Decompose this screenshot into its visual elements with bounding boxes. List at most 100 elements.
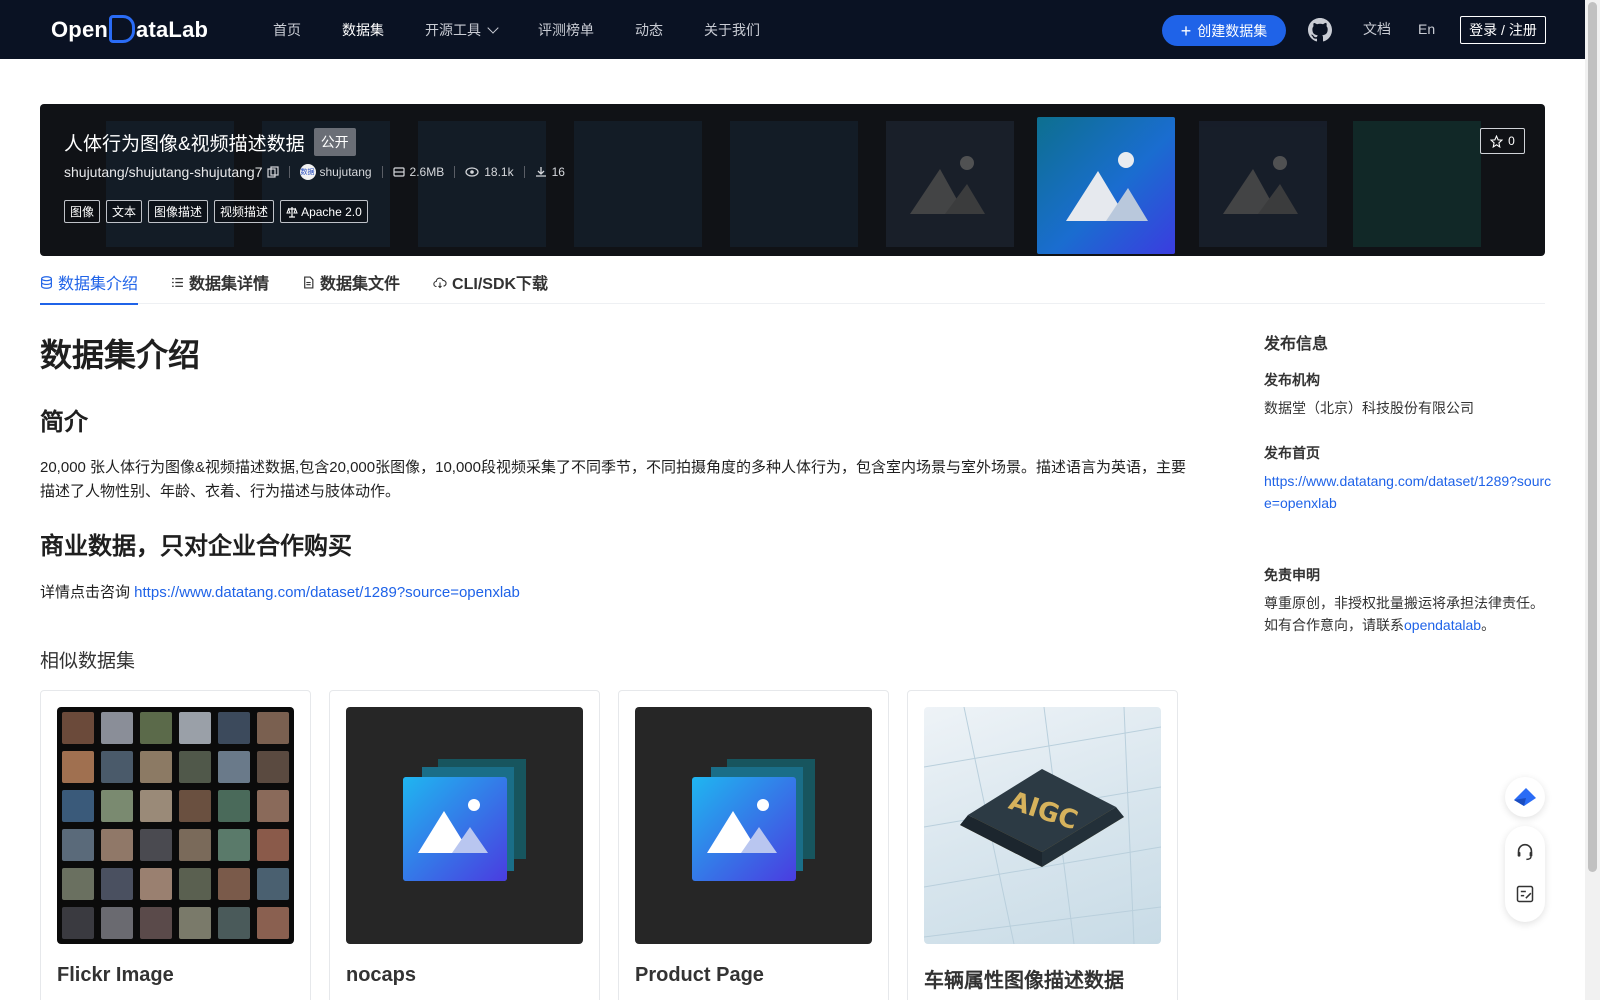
detail-prefix: 详情点击咨询 — [40, 584, 135, 601]
copy-icon[interactable] — [266, 166, 279, 178]
page-scrollbar[interactable] — [1585, 0, 1600, 1000]
commercial-heading: 商业数据，只对企业合作购买 — [40, 533, 352, 560]
nav-leaderboard[interactable]: 评测榜单 — [538, 20, 594, 40]
database-icon — [41, 275, 52, 289]
database-icon — [392, 167, 405, 177]
disclaimer-contact-prefix: 如有合作意向，请联系 — [1264, 617, 1404, 633]
tag-image-caption[interactable]: 图像描述 — [148, 200, 209, 223]
owner-name: shujutang — [319, 165, 372, 179]
detail-paragraph: 详情点击咨询 https://www.datatang.com/dataset/… — [40, 581, 1200, 605]
tab-cli-sdk-label: CLI/SDK下载 — [452, 276, 549, 293]
chip-illustration: AIGC — [924, 707, 1161, 944]
chevron-down-icon — [487, 21, 499, 34]
similar-datasets-title: 相似数据集 — [40, 651, 136, 672]
opendatalab-contact-link[interactable]: opendatalab — [1404, 617, 1481, 633]
publisher-value: 数据堂（北京）科技股份有限公司 — [1264, 400, 1474, 416]
hero-thumb — [1353, 121, 1481, 247]
star-button[interactable]: 0 — [1480, 128, 1525, 154]
tab-files-label: 数据集文件 — [320, 276, 401, 293]
tag-video-caption[interactable]: 视频描述 — [214, 200, 275, 223]
card-title: nocaps — [346, 964, 417, 986]
github-icon[interactable] — [1308, 18, 1332, 42]
feedback-button[interactable] — [1513, 882, 1537, 906]
login-register-button[interactable]: 登录 / 注册 — [1460, 16, 1546, 44]
nav-open-tools-label: 开源工具 — [425, 21, 481, 38]
feedback-icon — [1516, 885, 1534, 903]
similar-dataset-card[interactable]: AIGC 车辆属性图像描述数据 — [907, 690, 1178, 1000]
card-image-placeholder — [346, 707, 583, 944]
logo-text-open: Open — [51, 17, 109, 42]
hero-thumb — [418, 121, 546, 247]
image-placeholder-icon — [403, 759, 526, 881]
image-placeholder-icon — [910, 156, 985, 214]
nav-news[interactable]: 动态 — [635, 20, 663, 40]
star-icon — [1490, 134, 1504, 148]
create-dataset-button[interactable]: + 创建数据集 — [1162, 15, 1286, 46]
hero-thumb-active — [1037, 117, 1175, 254]
similar-dataset-card[interactable]: nocaps — [329, 690, 600, 1000]
similar-dataset-card[interactable]: Flickr Image — [40, 690, 311, 1000]
tag-image[interactable]: 图像 — [64, 200, 101, 223]
dataset-hero-banner: 人体行为图像&视频描述数据 公开 shujutang/shujutang-shu… — [40, 104, 1545, 256]
owner-avatar: 数据 — [299, 164, 316, 180]
meta-divider — [454, 166, 456, 178]
opendatalab-logo[interactable]: Open ataLab — [51, 14, 208, 46]
view-count: 18.1k — [465, 165, 514, 179]
homepage-link[interactable]: https://www.datatang.com/dataset/1289?so… — [1264, 470, 1554, 514]
nav-open-tools[interactable]: 开源工具 — [425, 20, 499, 40]
download-icon — [535, 167, 546, 177]
image-placeholder-icon — [1223, 156, 1298, 214]
file-icon — [304, 275, 314, 289]
tag-text[interactable]: 文本 — [106, 200, 143, 223]
create-dataset-label: 创建数据集 — [1197, 22, 1268, 39]
scrollbar-thumb[interactable] — [1588, 2, 1597, 872]
tab-cli-sdk[interactable]: CLI/SDK下载 — [433, 260, 548, 304]
size-value: 2.6MB — [409, 165, 445, 179]
card-image-placeholder — [635, 707, 872, 944]
star-count: 0 — [1508, 134, 1515, 148]
floating-logo-button[interactable] — [1505, 777, 1545, 817]
nav-datasets[interactable]: 数据集 — [342, 20, 384, 40]
disclaimer-label: 免责申明 — [1264, 567, 1320, 583]
hero-thumb — [730, 121, 858, 247]
hero-thumb — [886, 121, 1014, 247]
tab-files[interactable]: 数据集文件 — [302, 260, 400, 304]
disclaimer-line2: 如有合作意向，请联系opendatalab。 — [1264, 614, 1554, 636]
hero-title-row: 人体行为图像&视频描述数据 公开 — [64, 128, 356, 156]
dataset-tabs: 数据集介绍 数据集详情 数据集文件 CLI/SDK下载 — [40, 260, 1545, 305]
disclaimer-line1: 尊重原创，非授权批量搬运将承担法律责任。 — [1264, 595, 1544, 611]
tab-details[interactable]: 数据集详情 — [171, 260, 269, 304]
plus-icon: + — [1180, 20, 1192, 41]
meta-divider — [523, 166, 525, 178]
logo-d-mark — [109, 15, 136, 43]
support-button[interactable] — [1513, 840, 1537, 864]
nav-about[interactable]: 关于我们 — [704, 20, 760, 40]
card-image-flickr-collage — [57, 707, 294, 944]
page-title: 数据集介绍 — [40, 337, 201, 373]
owner-info[interactable]: 数据 shujutang — [299, 164, 372, 180]
detail-link[interactable]: https://www.datatang.com/dataset/1289?so… — [134, 584, 520, 601]
similar-dataset-card[interactable]: Product Page — [618, 690, 889, 1000]
tag-license[interactable]: Apache 2.0 — [280, 200, 368, 223]
public-badge: 公开 — [313, 128, 356, 156]
brand-bird-icon — [1514, 788, 1536, 806]
tab-intro[interactable]: 数据集介绍 — [40, 260, 139, 305]
publish-info-heading: 发布信息 — [1264, 336, 1329, 353]
tab-details-label: 数据集详情 — [189, 276, 270, 293]
nav-home[interactable]: 首页 — [273, 20, 301, 40]
image-placeholder-icon — [1066, 151, 1148, 221]
meta-divider — [381, 166, 383, 178]
eye-icon — [465, 167, 479, 177]
logo-text-datalab: ataLab — [136, 17, 209, 42]
headset-icon — [1517, 843, 1533, 861]
views-value: 18.1k — [484, 165, 514, 179]
downloads-value: 16 — [551, 165, 565, 179]
cloud-icon — [433, 277, 447, 288]
nav-language[interactable]: En — [1418, 0, 1435, 59]
hero-thumb — [1199, 121, 1327, 247]
dataset-title: 人体行为图像&视频描述数据 — [64, 133, 305, 155]
nav-docs[interactable]: 文档 — [1363, 0, 1391, 59]
hero-thumb — [574, 121, 702, 247]
repo-path: shujutang/shujutang-shujutang7 — [64, 164, 263, 180]
license-icon — [286, 206, 298, 218]
